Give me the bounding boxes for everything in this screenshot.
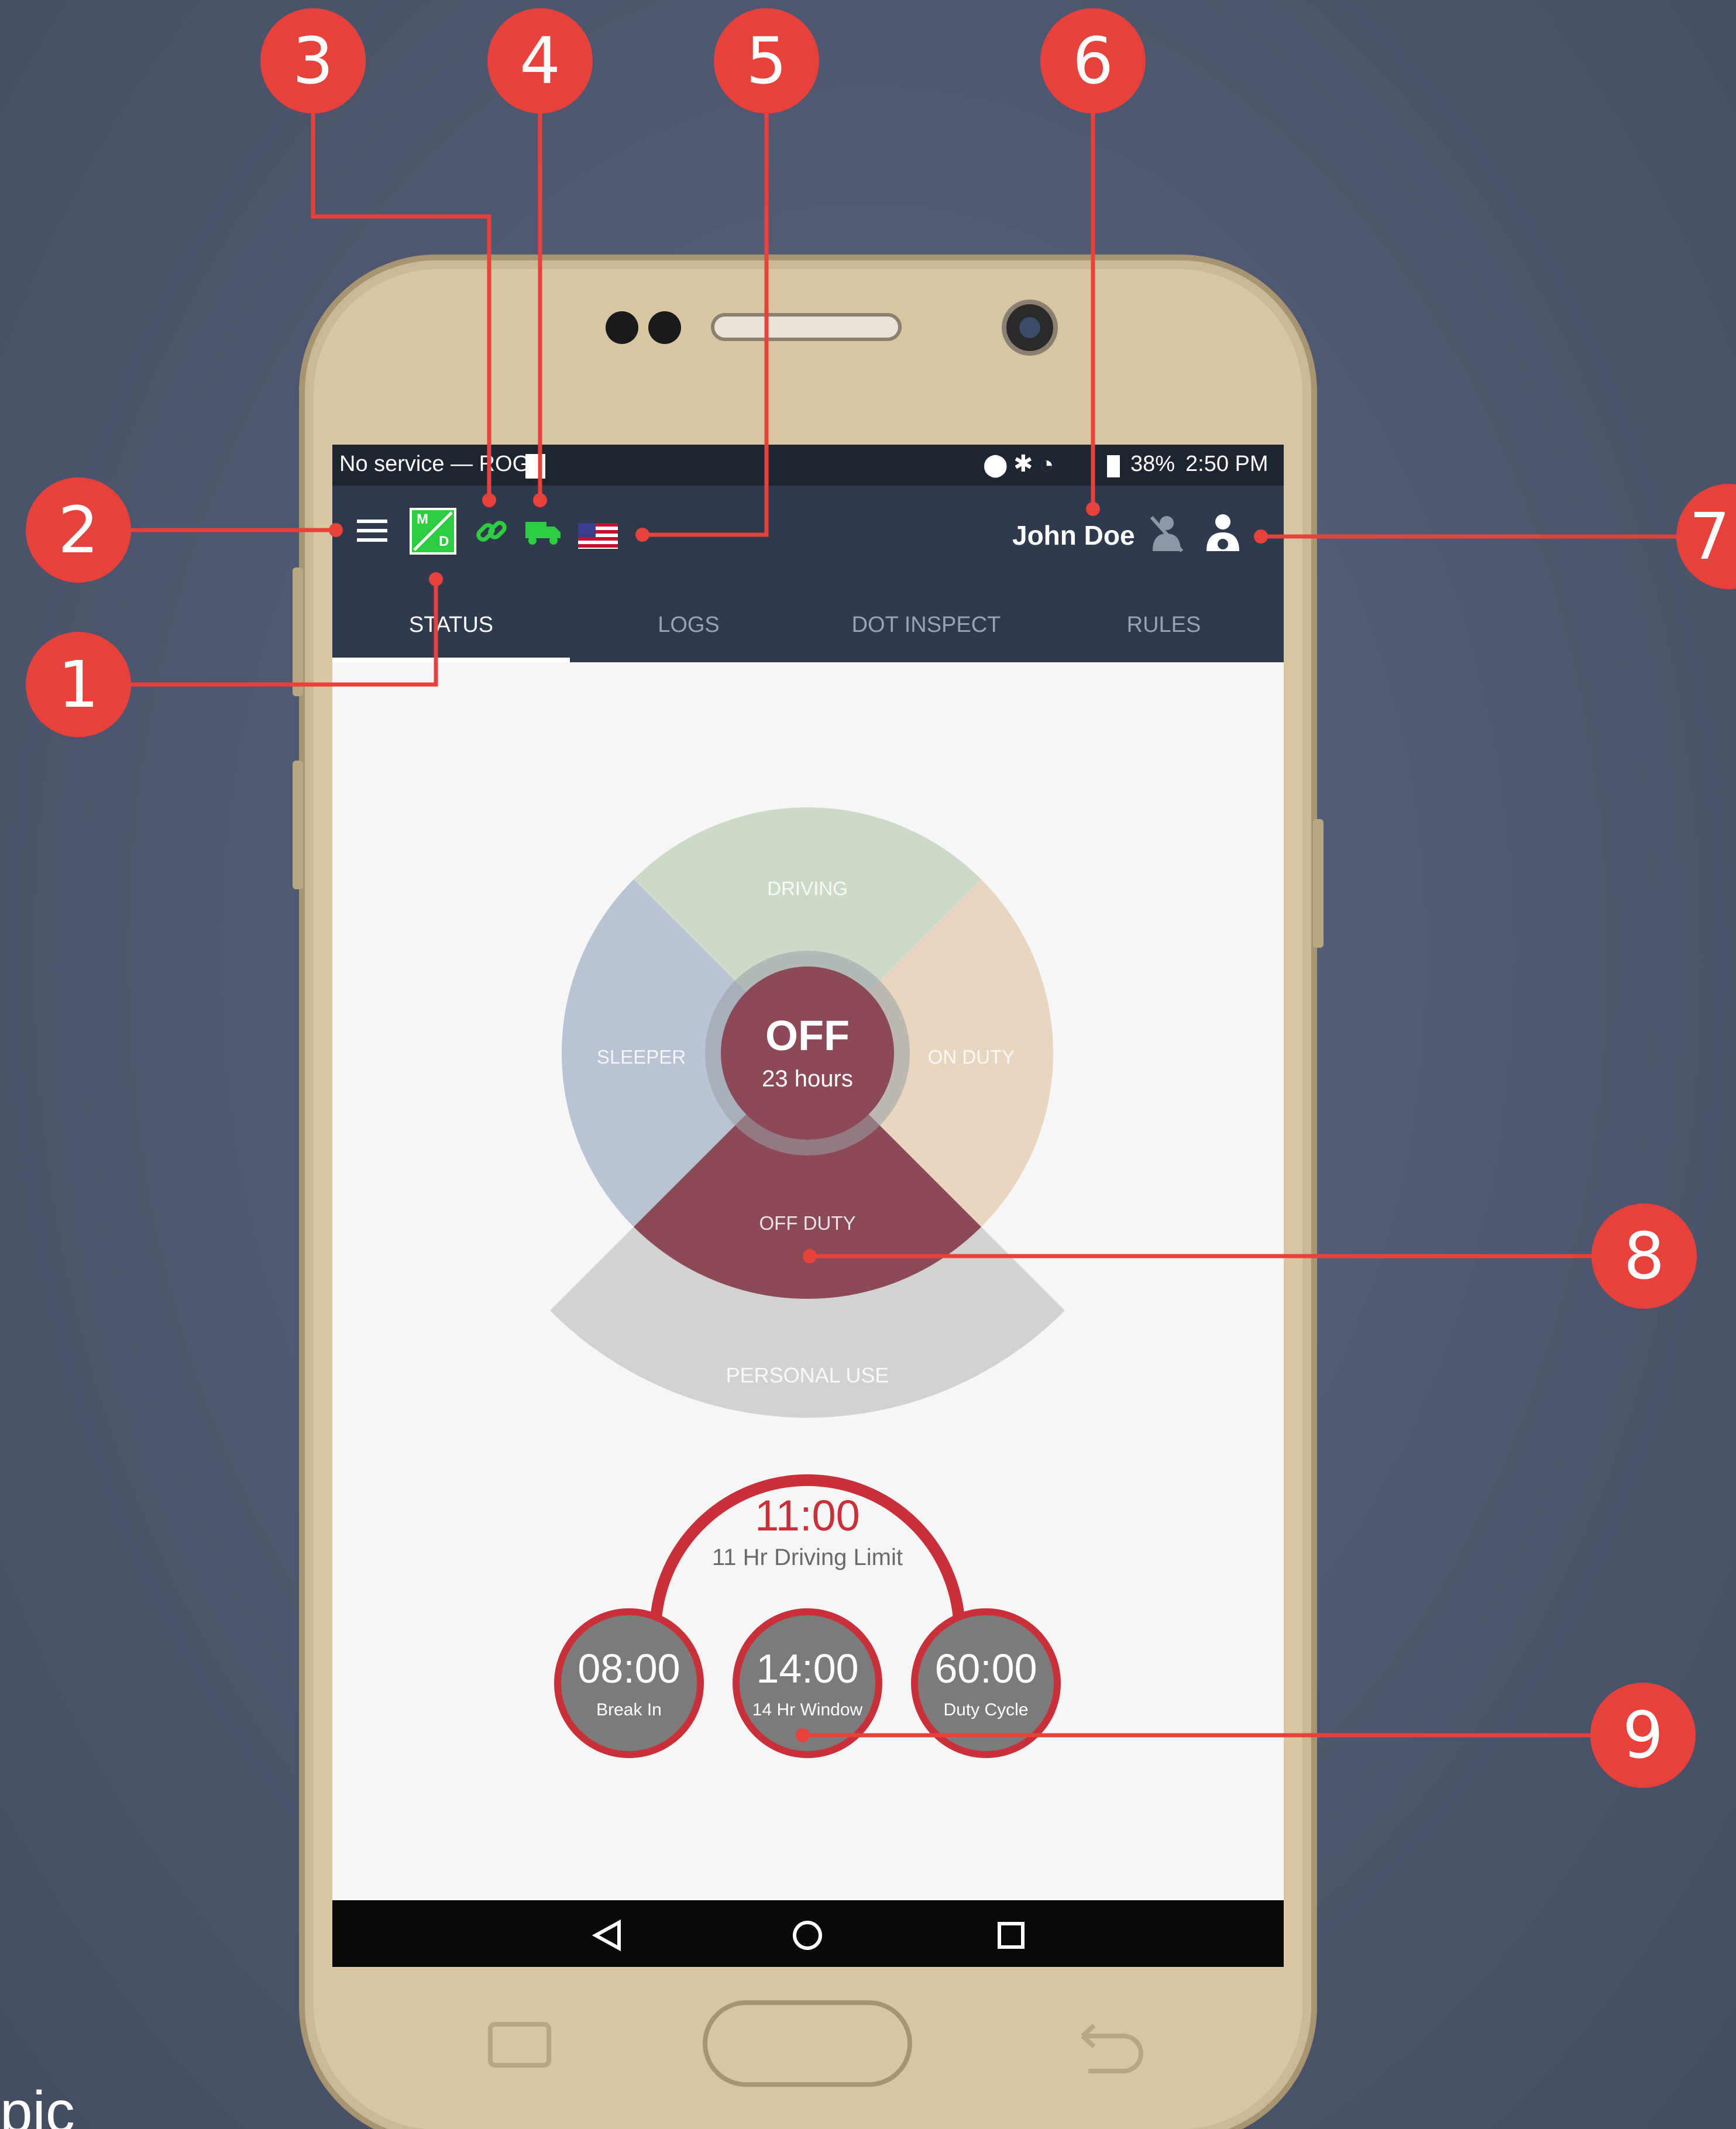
callout-2: 2: [58, 493, 99, 567]
callout-3: 3: [293, 23, 334, 98]
callout-6: 6: [1072, 23, 1113, 98]
callout-lines: [26, 8, 1736, 1788]
callout-4: 4: [520, 23, 561, 98]
callout-9: 9: [1622, 1698, 1663, 1773]
callout-1: 1: [58, 647, 99, 722]
callout-5: 5: [746, 23, 787, 98]
callout-8: 8: [1624, 1219, 1665, 1294]
corner-text: pic: [0, 2083, 75, 2129]
callout-7: 7: [1689, 499, 1730, 574]
